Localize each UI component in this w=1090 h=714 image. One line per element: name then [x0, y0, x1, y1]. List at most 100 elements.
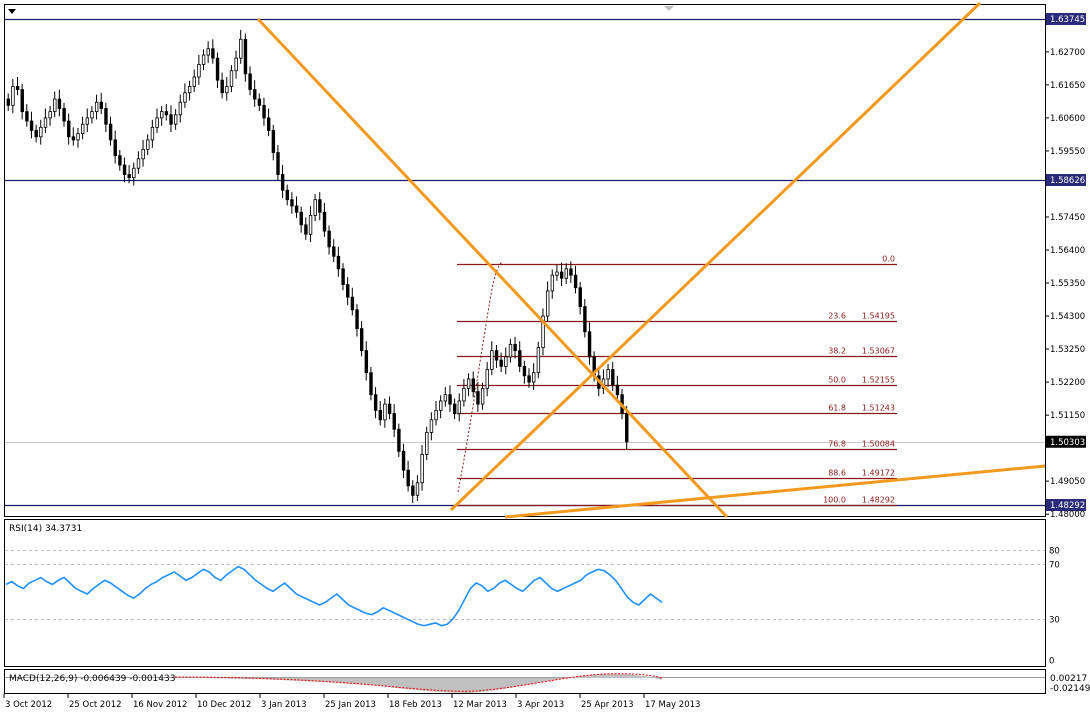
rsi-label: RSI(14) 34.3731 [9, 524, 82, 534]
candle-body [276, 152, 280, 175]
candle-body [425, 432, 429, 455]
price-tick-label: 1.48000 [1050, 510, 1085, 520]
candle-body [90, 111, 94, 119]
candle-body [346, 284, 350, 298]
candle-body [420, 454, 424, 484]
candle-body [294, 205, 299, 213]
price-tick-label: 1.50303 [1050, 438, 1085, 448]
candle-body [248, 73, 252, 91]
price-tick-label: 1.52200 [1050, 378, 1085, 388]
candle-body [234, 57, 238, 72]
candle-body [359, 328, 364, 352]
price-tick-label: 1.58626 [1050, 176, 1085, 186]
candle-body [6, 98, 10, 106]
candle-body [150, 126, 155, 141]
candle-body [341, 268, 345, 285]
candle-body [201, 54, 206, 65]
candle-body [476, 391, 480, 405]
candle-body [299, 211, 303, 226]
candle-body [513, 343, 517, 352]
candle-body [625, 413, 629, 443]
candle-body [62, 108, 66, 122]
candle-body [406, 469, 410, 487]
fib-price-label: 1.48292 [862, 496, 895, 505]
candle-body [15, 86, 20, 91]
time-tick-label: 12 Mar 2013 [453, 700, 507, 710]
candle-body [555, 271, 559, 276]
time-tick-label: 3 Oct 2012 [5, 700, 52, 710]
candle-body [173, 114, 178, 125]
fib-price-label: 1.51243 [862, 404, 895, 413]
candle-body [518, 350, 522, 367]
candle-body [192, 76, 196, 87]
candle-body [11, 86, 15, 106]
candle-body [448, 394, 452, 405]
chart-canvas: 0.0 23.6 1.54195 38.2 1.53067 50.0 1.52155 61.8… [3, 1, 1090, 710]
candle-body [99, 101, 103, 109]
time-tick-label: 25 Oct 2012 [69, 700, 122, 710]
candle-body [132, 167, 136, 179]
candle-body [415, 482, 420, 496]
candle-body [387, 403, 392, 414]
candle-body [239, 38, 243, 59]
candle-body [48, 111, 52, 119]
candle-body [490, 350, 494, 370]
price-tick-label: 1.61650 [1050, 81, 1085, 91]
candle-body [39, 126, 43, 138]
candle-body [211, 48, 215, 59]
candle-body [118, 155, 122, 166]
time-tick-label: 10 Dec 2012 [197, 700, 251, 710]
rsi-tick-label: 70 [1049, 561, 1060, 571]
candle-body [462, 387, 466, 402]
price-tick-label: 1.62700 [1050, 48, 1085, 58]
fib-ratio-label: 76.8 [828, 440, 846, 449]
candle-body [439, 400, 443, 411]
candle-body [280, 174, 285, 191]
candle-body [290, 199, 294, 207]
candle-body [34, 130, 38, 138]
candle-body [160, 111, 164, 119]
candle-body [257, 98, 262, 106]
candle-body [536, 347, 541, 374]
candle-body [178, 101, 183, 116]
candle-body [559, 271, 564, 279]
candle-body [485, 369, 489, 389]
candle-body [67, 120, 71, 138]
candle-body [20, 89, 24, 113]
candle-body [471, 378, 475, 392]
candle-body [127, 174, 131, 179]
candle-body [434, 409, 438, 421]
candle-body [392, 413, 396, 430]
candle-body [532, 372, 536, 383]
candle-body [550, 274, 555, 292]
candle-body [271, 130, 276, 153]
macd-tick-bottom: -0.021497 [1050, 684, 1090, 694]
candle-body [527, 375, 531, 383]
time-tick-label: 25 Apr 2013 [581, 700, 634, 710]
candle-body [85, 117, 90, 125]
candle-body [104, 108, 108, 125]
candle-body [220, 79, 224, 94]
candle-body [322, 211, 327, 232]
time-tick-label: 3 Jan 2013 [261, 700, 307, 710]
candle-body [587, 331, 592, 358]
candle-body [155, 117, 159, 128]
fib-ratio-label: 23.6 [828, 312, 846, 321]
time-tick-label: 16 Nov 2012 [133, 700, 187, 710]
fib-ratio-label: 61.8 [828, 404, 846, 413]
candle-body [350, 296, 355, 311]
candle-body [480, 387, 485, 405]
rsi-panel-frame [4, 519, 1046, 667]
candle-body [141, 148, 145, 160]
candle-body [606, 369, 610, 380]
candle-body [313, 199, 317, 216]
candle-body [225, 86, 229, 94]
candle-body [266, 117, 271, 131]
candle-body [369, 372, 373, 396]
candle-body [583, 306, 587, 333]
candle-body [113, 139, 117, 157]
candle-body [429, 419, 434, 433]
candle-body [578, 287, 582, 308]
candle-body [457, 400, 462, 414]
price-tick-label: 1.63745 [1050, 15, 1085, 25]
